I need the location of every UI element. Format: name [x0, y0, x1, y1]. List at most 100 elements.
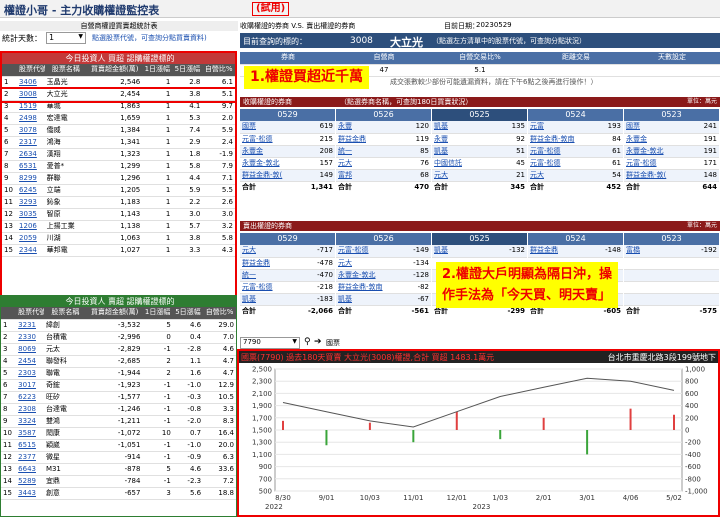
broker-name-link[interactable]: 元富-松德 [528, 157, 590, 170]
broker-row: 國票 619 [240, 121, 335, 134]
broker-name-link[interactable]: 群益金鼎-敦南 [528, 133, 590, 146]
stock-code-link[interactable]: 5289 [16, 475, 44, 488]
broker-name-link[interactable]: 永豐 [336, 121, 398, 134]
stock-code-link[interactable]: 2344 [17, 244, 45, 257]
broker-name-link[interactable]: 群益金鼎-敦( [624, 169, 686, 182]
stock-code-link[interactable]: 8299 [17, 172, 45, 185]
arrow-right-icon[interactable]: ➔ [314, 337, 322, 347]
stock-code-link[interactable]: 2634 [17, 148, 45, 161]
column-header: 買賣超金額(萬) [86, 307, 143, 320]
stock-code-link[interactable]: 2308 [16, 403, 44, 416]
broker-name-link[interactable]: 凱基 [432, 145, 494, 158]
column-header: 5日漲幅 [172, 64, 203, 77]
broker-name-link[interactable]: 元大 [240, 245, 302, 258]
stock-code-link[interactable]: 2454 [16, 355, 44, 368]
y-right-tick: 1,000 [685, 366, 705, 374]
stock-code-link[interactable]: 1206 [17, 220, 45, 233]
stock-code-link[interactable]: 2330 [16, 331, 44, 344]
stock-code-link[interactable]: 6531 [17, 160, 45, 173]
stock-code-link[interactable]: 6515 [16, 439, 44, 452]
bar-mark [586, 430, 589, 455]
broker-name-link[interactable]: 富邦 [336, 169, 398, 182]
stock-code-link[interactable]: 3293 [17, 196, 45, 209]
broker-name-link[interactable]: 永豐金-敦北 [336, 269, 398, 282]
stock-code-link[interactable]: 3035 [17, 208, 45, 221]
stock-code-link[interactable]: 3008 [17, 88, 45, 101]
broker-name-link[interactable]: 凱基 [336, 293, 398, 306]
broker-name-link[interactable]: 永豐金-敦北 [240, 157, 302, 170]
stock-code-link[interactable]: 2059 [17, 232, 45, 245]
stock-code-link[interactable]: 2317 [17, 136, 45, 149]
stock-code-link[interactable]: 3587 [16, 427, 44, 440]
broker-row: 永豐 120 [336, 121, 431, 134]
stock-code-link[interactable]: 3406 [17, 76, 45, 89]
broker-name-link[interactable]: 統一 [336, 145, 398, 158]
broker-name-link[interactable]: 群益金鼎 [240, 257, 302, 270]
change-1d: 1 [142, 184, 173, 197]
broker-name-link[interactable]: 元富-松德 [528, 145, 590, 158]
broker-name-link[interactable]: 元大 [336, 257, 398, 270]
date-header: 0524 [528, 233, 623, 245]
broker-name-link[interactable]: 元富-松德 [240, 281, 302, 294]
broker-name-link[interactable]: 元富-松德 [624, 157, 686, 170]
stock-code-link[interactable]: 2377 [16, 451, 44, 464]
stock-code-link[interactable]: 2498 [17, 112, 45, 125]
date-column: 0524 元富 193 群益金鼎-敦南 84 元富-松德 61 元富-松德 61 元大 54 合計 45… [528, 109, 623, 221]
broker-name-link[interactable]: 國票 [240, 121, 302, 134]
dealer-pct: 2.4 [202, 136, 235, 149]
stock-code-link[interactable]: 1519 [17, 100, 45, 113]
rank: 2 [2, 88, 18, 101]
broker-name-link[interactable]: 元大 [432, 169, 494, 182]
dealer-pct: 8.3 [203, 415, 236, 428]
broker-name-link[interactable]: 元富 [528, 121, 590, 134]
stock-code-link[interactable]: 3324 [16, 415, 44, 428]
stock-code-link[interactable]: 2303 [16, 367, 44, 380]
broker-code-input[interactable]: 7790 ▼ [240, 337, 300, 349]
annotation-2-line1: 2.權證大戶明顯為隔日沖，操 [442, 267, 612, 282]
broker-name-link[interactable]: 凱基 [432, 121, 494, 134]
broker-name-link[interactable]: 群益金鼎-敦南 [336, 281, 398, 294]
broker-name-link[interactable]: 國票 [624, 121, 686, 134]
chart-title: 國票(7790) 過去180天買賣 大立光(3008)權證,合計 買超 1483… [241, 353, 495, 362]
broker-name-link[interactable]: 永豐 [432, 133, 494, 146]
column-header: 股票名稱 [43, 307, 87, 320]
amount: 1,027 [87, 244, 143, 257]
broker-name-link[interactable]: 元富-松德 [240, 133, 302, 146]
broker-name-link[interactable]: 永豐金-敦北 [624, 145, 686, 158]
broker-row: 凱基 -67 [336, 293, 431, 306]
stock-name: 聯電 [43, 367, 87, 380]
bar-mark [673, 414, 675, 430]
total-row: 合計 -2,066 [240, 305, 335, 317]
broker-name-link[interactable]: 元大 [336, 157, 398, 170]
broker-name-link[interactable]: 永豐金 [240, 145, 302, 158]
stock-code-link[interactable]: 8069 [16, 343, 44, 356]
total-value: 1,341 [310, 182, 333, 191]
search-icon[interactable]: ⚲ [304, 337, 311, 347]
stock-code-link[interactable]: 6223 [16, 391, 44, 404]
y-right-tick: -400 [685, 451, 701, 459]
broker-name-link[interactable]: 群益金鼎 [528, 245, 590, 258]
stock-code-link[interactable]: 3231 [16, 319, 44, 332]
broker-name-link[interactable]: 凱基 [432, 245, 494, 258]
broker-name-link[interactable]: 凱基 [240, 293, 302, 306]
buy-broker-grid: 0529 國票 619 元富-松德 215 永豐金 208 永豐金-敦北 157 群益金鼎-敦(1… [240, 109, 720, 221]
broker-name-link[interactable]: 統一 [240, 269, 302, 282]
broker-name-link[interactable]: 元富-松德 [336, 245, 398, 258]
table-row: 2 3008 大立光 2,454 1 3.8 5.1 [0, 86, 237, 103]
stock-code-link[interactable]: 3017 [16, 379, 44, 392]
broker-name-link[interactable]: 元大 [528, 169, 590, 182]
stock-code-link[interactable]: 6245 [17, 184, 45, 197]
x-tick: 8/30 [275, 494, 291, 502]
broker-name-link[interactable]: 群益金鼎 [336, 133, 398, 146]
days-select[interactable]: 1 ▼ [46, 32, 86, 44]
broker-name-link[interactable]: 中國信託 [432, 157, 494, 170]
buy-title: 今日投資人 買超 認購權證標的 [2, 53, 235, 64]
broker-name-link[interactable]: 群益金鼎-敦( [240, 169, 302, 182]
stock-code-link[interactable]: 3078 [17, 124, 45, 137]
broker-name-link[interactable]: 富橋 [624, 245, 686, 258]
stock-code-link[interactable]: 6643 [16, 463, 44, 476]
broker-name-link[interactable]: 永豐金 [624, 133, 686, 146]
stock-name: 鈊象 [44, 196, 88, 209]
dealer-pct: 5.5 [202, 184, 235, 197]
stock-code-link[interactable]: 3443 [16, 487, 44, 500]
